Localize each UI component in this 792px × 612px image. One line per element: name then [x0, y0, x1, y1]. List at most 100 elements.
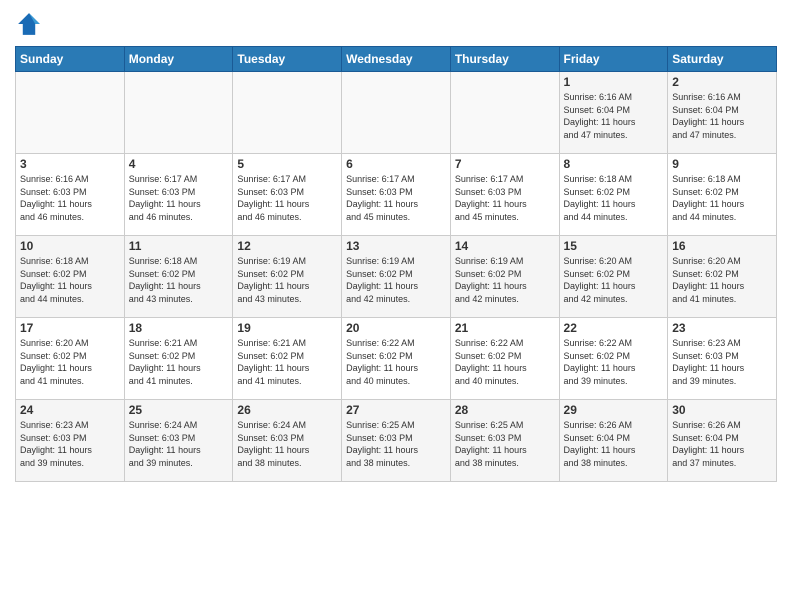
day-number: 1: [564, 75, 664, 89]
week-row-2: 3 Sunrise: 6:16 AM Sunset: 6:03 PM Daylig…: [16, 154, 777, 236]
day-number: 20: [346, 321, 446, 335]
day-info: Sunrise: 6:22 AM Sunset: 6:02 PM Dayligh…: [346, 337, 446, 387]
day-info: Sunrise: 6:21 AM Sunset: 6:02 PM Dayligh…: [129, 337, 229, 387]
day-number: 29: [564, 403, 664, 417]
calendar: SundayMondayTuesdayWednesdayThursdayFrid…: [15, 46, 777, 482]
calendar-cell: [233, 72, 342, 154]
day-number: 21: [455, 321, 555, 335]
day-number: 16: [672, 239, 772, 253]
calendar-cell: 2 Sunrise: 6:16 AM Sunset: 6:04 PM Daylig…: [668, 72, 777, 154]
day-info: Sunrise: 6:19 AM Sunset: 6:02 PM Dayligh…: [346, 255, 446, 305]
calendar-cell: 3 Sunrise: 6:16 AM Sunset: 6:03 PM Daylig…: [16, 154, 125, 236]
weekday-row: SundayMondayTuesdayWednesdayThursdayFrid…: [16, 47, 777, 72]
calendar-cell: 13 Sunrise: 6:19 AM Sunset: 6:02 PM Dayli…: [342, 236, 451, 318]
day-info: Sunrise: 6:16 AM Sunset: 6:04 PM Dayligh…: [564, 91, 664, 141]
day-info: Sunrise: 6:26 AM Sunset: 6:04 PM Dayligh…: [564, 419, 664, 469]
weekday-header-friday: Friday: [559, 47, 668, 72]
calendar-cell: 30 Sunrise: 6:26 AM Sunset: 6:04 PM Dayli…: [668, 400, 777, 482]
calendar-cell: 11 Sunrise: 6:18 AM Sunset: 6:02 PM Dayli…: [124, 236, 233, 318]
calendar-cell: 29 Sunrise: 6:26 AM Sunset: 6:04 PM Dayli…: [559, 400, 668, 482]
day-number: 15: [564, 239, 664, 253]
day-info: Sunrise: 6:25 AM Sunset: 6:03 PM Dayligh…: [455, 419, 555, 469]
weekday-header-sunday: Sunday: [16, 47, 125, 72]
day-info: Sunrise: 6:17 AM Sunset: 6:03 PM Dayligh…: [237, 173, 337, 223]
weekday-header-thursday: Thursday: [450, 47, 559, 72]
weekday-header-monday: Monday: [124, 47, 233, 72]
calendar-cell: 16 Sunrise: 6:20 AM Sunset: 6:02 PM Dayli…: [668, 236, 777, 318]
weekday-header-tuesday: Tuesday: [233, 47, 342, 72]
day-number: 26: [237, 403, 337, 417]
day-info: Sunrise: 6:22 AM Sunset: 6:02 PM Dayligh…: [564, 337, 664, 387]
logo: [15, 10, 45, 38]
calendar-cell: 25 Sunrise: 6:24 AM Sunset: 6:03 PM Dayli…: [124, 400, 233, 482]
day-info: Sunrise: 6:24 AM Sunset: 6:03 PM Dayligh…: [129, 419, 229, 469]
day-info: Sunrise: 6:23 AM Sunset: 6:03 PM Dayligh…: [20, 419, 120, 469]
day-info: Sunrise: 6:19 AM Sunset: 6:02 PM Dayligh…: [237, 255, 337, 305]
day-info: Sunrise: 6:20 AM Sunset: 6:02 PM Dayligh…: [20, 337, 120, 387]
calendar-cell: 1 Sunrise: 6:16 AM Sunset: 6:04 PM Daylig…: [559, 72, 668, 154]
day-number: 25: [129, 403, 229, 417]
day-info: Sunrise: 6:20 AM Sunset: 6:02 PM Dayligh…: [564, 255, 664, 305]
day-number: 9: [672, 157, 772, 171]
day-info: Sunrise: 6:24 AM Sunset: 6:03 PM Dayligh…: [237, 419, 337, 469]
day-number: 18: [129, 321, 229, 335]
day-number: 4: [129, 157, 229, 171]
day-number: 27: [346, 403, 446, 417]
day-number: 12: [237, 239, 337, 253]
logo-icon: [15, 10, 43, 38]
calendar-cell: 14 Sunrise: 6:19 AM Sunset: 6:02 PM Dayli…: [450, 236, 559, 318]
week-row-3: 10 Sunrise: 6:18 AM Sunset: 6:02 PM Dayli…: [16, 236, 777, 318]
calendar-cell: 17 Sunrise: 6:20 AM Sunset: 6:02 PM Dayli…: [16, 318, 125, 400]
day-info: Sunrise: 6:19 AM Sunset: 6:02 PM Dayligh…: [455, 255, 555, 305]
day-number: 24: [20, 403, 120, 417]
calendar-cell: 5 Sunrise: 6:17 AM Sunset: 6:03 PM Daylig…: [233, 154, 342, 236]
day-number: 5: [237, 157, 337, 171]
calendar-cell: 18 Sunrise: 6:21 AM Sunset: 6:02 PM Dayli…: [124, 318, 233, 400]
calendar-cell: 26 Sunrise: 6:24 AM Sunset: 6:03 PM Dayli…: [233, 400, 342, 482]
day-number: 8: [564, 157, 664, 171]
day-info: Sunrise: 6:20 AM Sunset: 6:02 PM Dayligh…: [672, 255, 772, 305]
calendar-cell: [16, 72, 125, 154]
day-info: Sunrise: 6:17 AM Sunset: 6:03 PM Dayligh…: [129, 173, 229, 223]
calendar-cell: 15 Sunrise: 6:20 AM Sunset: 6:02 PM Dayli…: [559, 236, 668, 318]
day-number: 11: [129, 239, 229, 253]
calendar-cell: 21 Sunrise: 6:22 AM Sunset: 6:02 PM Dayli…: [450, 318, 559, 400]
day-info: Sunrise: 6:17 AM Sunset: 6:03 PM Dayligh…: [346, 173, 446, 223]
day-info: Sunrise: 6:16 AM Sunset: 6:04 PM Dayligh…: [672, 91, 772, 141]
calendar-body: 1 Sunrise: 6:16 AM Sunset: 6:04 PM Daylig…: [16, 72, 777, 482]
calendar-cell: 23Sunrise: 6:23 AM Sunset: 6:03 PM Dayli…: [668, 318, 777, 400]
day-info: Sunrise: 6:26 AM Sunset: 6:04 PM Dayligh…: [672, 419, 772, 469]
weekday-header-wednesday: Wednesday: [342, 47, 451, 72]
day-info: Sunrise: 6:18 AM Sunset: 6:02 PM Dayligh…: [564, 173, 664, 223]
day-info: Sunrise: 6:18 AM Sunset: 6:02 PM Dayligh…: [129, 255, 229, 305]
day-info: Sunrise: 6:18 AM Sunset: 6:02 PM Dayligh…: [20, 255, 120, 305]
day-number: 30: [672, 403, 772, 417]
day-number: 7: [455, 157, 555, 171]
day-info: Sunrise: 6:22 AM Sunset: 6:02 PM Dayligh…: [455, 337, 555, 387]
day-number: 3: [20, 157, 120, 171]
day-number: 10: [20, 239, 120, 253]
calendar-cell: 4 Sunrise: 6:17 AM Sunset: 6:03 PM Daylig…: [124, 154, 233, 236]
week-row-1: 1 Sunrise: 6:16 AM Sunset: 6:04 PM Daylig…: [16, 72, 777, 154]
day-info: Sunrise: 6:25 AM Sunset: 6:03 PM Dayligh…: [346, 419, 446, 469]
calendar-cell: 12 Sunrise: 6:19 AM Sunset: 6:02 PM Dayli…: [233, 236, 342, 318]
day-number: 17: [20, 321, 120, 335]
day-info: Sunrise: 6:17 AM Sunset: 6:03 PM Dayligh…: [455, 173, 555, 223]
day-number: 23: [672, 321, 772, 335]
calendar-cell: 10 Sunrise: 6:18 AM Sunset: 6:02 PM Dayli…: [16, 236, 125, 318]
day-info: Sunrise: 6:21 AM Sunset: 6:02 PM Dayligh…: [237, 337, 337, 387]
day-number: 13: [346, 239, 446, 253]
week-row-4: 17 Sunrise: 6:20 AM Sunset: 6:02 PM Dayli…: [16, 318, 777, 400]
calendar-cell: 24 Sunrise: 6:23 AM Sunset: 6:03 PM Dayli…: [16, 400, 125, 482]
day-info: Sunrise: 6:16 AM Sunset: 6:03 PM Dayligh…: [20, 173, 120, 223]
day-number: 22: [564, 321, 664, 335]
day-number: 19: [237, 321, 337, 335]
calendar-cell: 28 Sunrise: 6:25 AM Sunset: 6:03 PM Dayli…: [450, 400, 559, 482]
calendar-cell: [124, 72, 233, 154]
day-number: 14: [455, 239, 555, 253]
day-number: 28: [455, 403, 555, 417]
page: SundayMondayTuesdayWednesdayThursdayFrid…: [0, 0, 792, 612]
calendar-cell: 19 Sunrise: 6:21 AM Sunset: 6:02 PM Dayli…: [233, 318, 342, 400]
day-number: 2: [672, 75, 772, 89]
calendar-cell: 20 Sunrise: 6:22 AM Sunset: 6:02 PM Dayli…: [342, 318, 451, 400]
